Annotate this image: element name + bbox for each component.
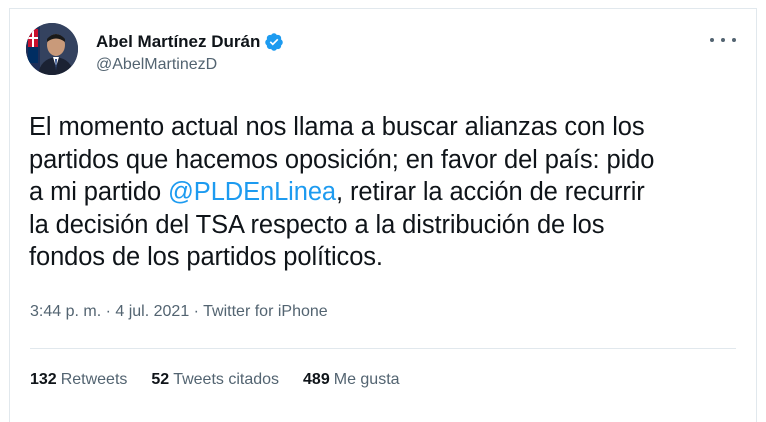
tweet-date[interactable]: 4 jul. 2021 [115, 303, 189, 320]
retweets-stat[interactable]: 132 Retweets [30, 371, 127, 389]
avatar-image [26, 23, 78, 75]
tweet-text: El momento actual nos llama a buscar ali… [29, 111, 749, 274]
tweet-line-text: a mi partido [29, 178, 169, 206]
avatar[interactable] [26, 23, 78, 75]
tweet-line-text: la decisión del TSA respecto a la distri… [29, 210, 605, 239]
author-name-row: Abel Martínez Durán [96, 30, 284, 54]
tweet-line-text: fondos de los partidos políticos. [29, 243, 383, 271]
likes-stat[interactable]: 489 Me gusta [303, 371, 400, 389]
meta-separator: · [101, 303, 116, 320]
author-name[interactable]: Abel Martínez Durán [96, 32, 260, 52]
quote-tweets-label: Tweets citados [173, 371, 280, 388]
tweet-line-text: , retirar la acción de recurrir [336, 178, 645, 206]
author-handle[interactable]: @AbelMartinezD [96, 56, 217, 74]
tweet-line-1: El momento actual nos llama a buscar ali… [29, 111, 749, 144]
retweets-label: Retweets [60, 371, 128, 388]
retweets-count: 132 [30, 371, 57, 388]
tweet-meta: 3:44 p. m. · 4 jul. 2021 · Twitter for i… [30, 303, 328, 321]
divider [30, 348, 736, 349]
tweet-card: Abel Martínez Durán @AbelMartinezD El mo… [9, 8, 757, 422]
more-options-icon[interactable] [710, 31, 736, 49]
likes-count: 489 [303, 371, 330, 388]
tweet-line-text: El momento actual nos llama a buscar ali… [29, 113, 645, 141]
tweet-line-text: partidos que hacemos oposición; en favor… [29, 145, 655, 174]
engagement-stats: 132 Retweets 52 Tweets citados 489 Me gusta [30, 371, 424, 389]
tweet-line-3: a mi partido @PLDEnLinea, retirar la acc… [29, 176, 749, 209]
tweet-time[interactable]: 3:44 p. m. [30, 303, 101, 320]
tweet-line-2: partidos que hacemos oposición; en favor… [29, 144, 749, 177]
tweet-source-link[interactable]: Twitter for iPhone [203, 303, 328, 320]
mention-link[interactable]: @PLDEnLinea [168, 178, 336, 206]
quote-tweets-stat[interactable]: 52 Tweets citados [151, 371, 279, 389]
meta-separator: · [189, 303, 204, 320]
tweet-line-5: fondos de los partidos políticos. [29, 241, 749, 274]
verified-badge-icon [264, 32, 284, 52]
tweet-line-4: la decisión del TSA respecto a la distri… [29, 209, 749, 242]
likes-label: Me gusta [333, 371, 400, 388]
quote-tweets-count: 52 [151, 371, 170, 388]
